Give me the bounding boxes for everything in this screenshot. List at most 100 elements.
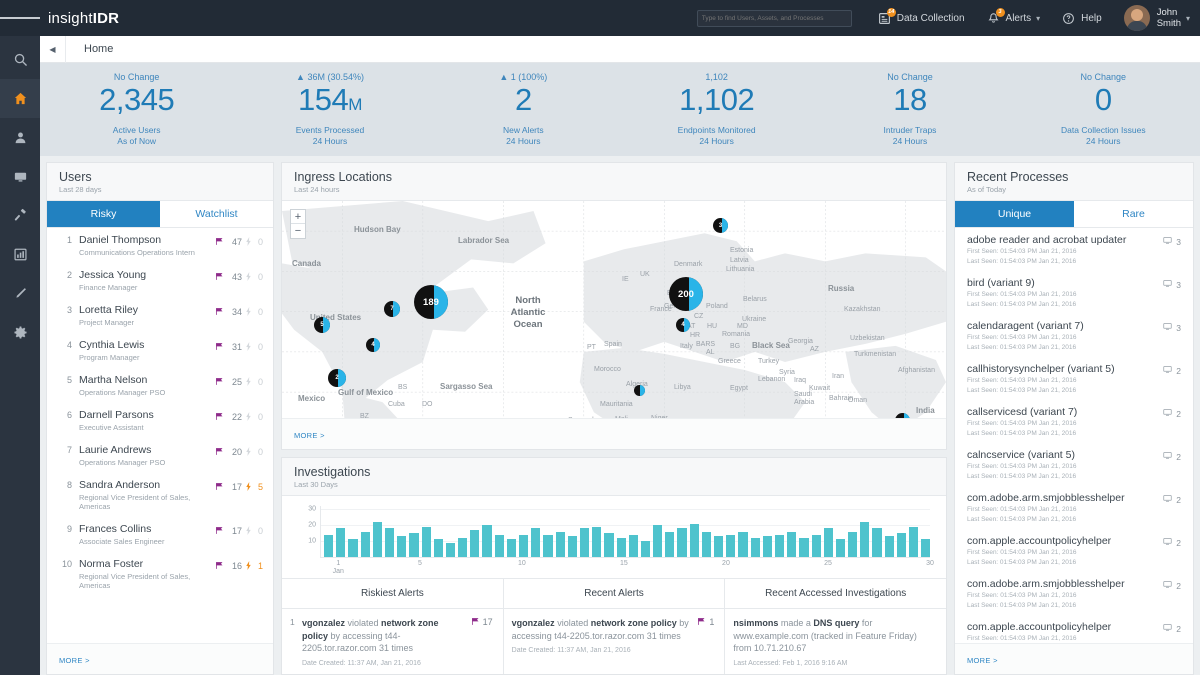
chart-bar[interactable] (568, 536, 577, 557)
map-zoom-controls[interactable]: + − (290, 209, 306, 239)
table-row[interactable]: 5Martha NelsonOperations Manager PSO250 (47, 368, 273, 403)
chart-bar[interactable] (836, 539, 845, 557)
recent-accessed-row[interactable]: nsimmons made a DNS query for www.exampl… (725, 609, 946, 674)
chart-bar[interactable] (751, 538, 760, 557)
sidebar-item-tools[interactable] (0, 274, 40, 313)
alerts-menu[interactable]: 3 Alerts ▾ (987, 12, 1041, 25)
chart-bar[interactable] (629, 535, 638, 557)
table-row[interactable]: 1Daniel ThompsonCommunications Operation… (47, 228, 273, 263)
map-marker[interactable]: 2 (328, 369, 346, 387)
chart-bar[interactable] (738, 532, 747, 558)
list-item[interactable]: calncservice (variant 5)First Seen: 01:5… (955, 443, 1193, 486)
table-row[interactable]: 10Norma FosterRegional Vice President of… (47, 552, 273, 596)
data-collection-button[interactable]: 14 Data Collection (878, 12, 965, 25)
chart-bar[interactable] (872, 528, 881, 557)
chart-bar[interactable] (848, 532, 857, 558)
chart-bar[interactable] (434, 539, 443, 557)
chart-bar[interactable] (702, 532, 711, 558)
chart-bar[interactable] (787, 532, 796, 558)
chart-bar[interactable] (324, 535, 333, 557)
tab-risky[interactable]: Risky (47, 201, 160, 227)
chart-bar[interactable] (543, 535, 552, 557)
map-zoom-out-button[interactable]: − (291, 224, 305, 238)
list-item[interactable]: callhistorysynchelper (variant 5)First S… (955, 357, 1193, 400)
recent-alerts-row[interactable]: vgonzalez violated network zone policy b… (504, 609, 725, 662)
chart-bar[interactable] (385, 528, 394, 557)
list-item[interactable]: adobe reader and acrobat updaterFirst Se… (955, 228, 1193, 271)
chart-bar[interactable] (726, 535, 735, 557)
tab-watchlist[interactable]: Watchlist (160, 201, 273, 227)
map-more-link[interactable]: MORE > (294, 431, 325, 440)
table-row[interactable]: 4Cynthia LewisProgram Manager310 (47, 333, 273, 368)
table-row[interactable]: 2Jessica YoungFinance Manager430 (47, 263, 273, 298)
chart-bar[interactable] (604, 533, 613, 557)
chart-bar[interactable] (556, 532, 565, 558)
list-item[interactable]: com.adobe.arm.smjobblesshelperFirst Seen… (955, 572, 1193, 615)
breadcrumb-label[interactable]: Home (66, 43, 113, 55)
table-row[interactable]: 7Laurie AndrewsOperations Manager PSO200 (47, 438, 273, 473)
list-item[interactable]: callservicesd (variant 7)First Seen: 01:… (955, 400, 1193, 443)
chart-bar[interactable] (422, 527, 431, 557)
chart-bar[interactable] (812, 535, 821, 557)
search-input[interactable] (702, 15, 847, 22)
chart-bar[interactable] (763, 536, 772, 557)
chart-bar[interactable] (799, 538, 808, 557)
list-item[interactable]: bird (variant 9)First Seen: 01:54:03 PM … (955, 271, 1193, 314)
map-marker[interactable]: 200 (669, 277, 703, 311)
menu-toggle-icon[interactable] (0, 0, 40, 36)
sidebar-item-search[interactable] (0, 40, 40, 79)
chart-bar[interactable] (458, 538, 467, 557)
table-row[interactable]: 9Frances CollinsAssociate Sales Engineer… (47, 517, 273, 552)
chart-bar[interactable] (824, 528, 833, 557)
chart-bar[interactable] (860, 522, 869, 557)
sidebar-item-investigations[interactable] (0, 196, 40, 235)
chart-bar[interactable] (885, 536, 894, 557)
chart-bar[interactable] (495, 535, 504, 557)
chart-bar[interactable] (641, 541, 650, 557)
map-marker[interactable]: 4 (366, 338, 380, 352)
map-canvas[interactable]: + − Hudson BayLabrador SeaCanadaUnited S… (282, 201, 946, 418)
chart-bar[interactable] (617, 538, 626, 557)
map-marker[interactable]: 3 (895, 413, 910, 418)
map-marker[interactable]: 3 (713, 218, 728, 233)
table-row[interactable]: 6Darnell ParsonsExecutive Assistant220 (47, 403, 273, 438)
user-menu[interactable]: John Smith ▾ (1124, 5, 1190, 31)
chart-bar[interactable] (482, 525, 491, 557)
chart-bar[interactable] (714, 536, 723, 557)
map-marker[interactable]: 5 (314, 317, 330, 333)
list-item[interactable]: com.apple.accountpolicyhelperFirst Seen:… (955, 615, 1193, 643)
chart-bar[interactable] (653, 525, 662, 557)
chart-bar[interactable] (897, 533, 906, 557)
list-item[interactable]: com.apple.accountpolicyhelperFirst Seen:… (955, 529, 1193, 572)
sidebar-item-reports[interactable] (0, 235, 40, 274)
sidebar-item-assets[interactable] (0, 157, 40, 196)
users-more-link[interactable]: MORE > (59, 656, 90, 665)
sidebar-item-settings[interactable] (0, 313, 40, 352)
chart-bar[interactable] (397, 536, 406, 557)
list-item[interactable]: com.adobe.arm.smjobblesshelperFirst Seen… (955, 486, 1193, 529)
chart-bar[interactable] (592, 527, 601, 557)
list-item[interactable]: calendaragent (variant 7)First Seen: 01:… (955, 314, 1193, 357)
chart-bar[interactable] (519, 535, 528, 557)
chart-bar[interactable] (336, 528, 345, 557)
chart-bar[interactable] (470, 530, 479, 557)
chart-bar[interactable] (507, 539, 516, 557)
chart-bar[interactable] (409, 533, 418, 557)
chart-bar[interactable] (348, 539, 357, 557)
chart-bar[interactable] (909, 527, 918, 557)
table-row[interactable]: 3Loretta RileyProject Manager340 (47, 298, 273, 333)
sidebar-item-users[interactable] (0, 118, 40, 157)
sidebar-item-home[interactable] (0, 79, 40, 118)
map-marker[interactable]: 189 (414, 285, 448, 319)
chart-bar[interactable] (361, 532, 370, 558)
chart-bar[interactable] (373, 522, 382, 557)
map-marker[interactable]: 7 (384, 301, 400, 317)
breadcrumb-collapse-icon[interactable]: ◀ (40, 36, 66, 63)
tab-unique[interactable]: Unique (955, 201, 1074, 227)
table-row[interactable]: 8Sandra AndersonRegional Vice President … (47, 473, 273, 517)
riskiest-alerts-row[interactable]: 1 vgonzalez violated network zone policy… (282, 609, 503, 674)
chart-bar[interactable] (446, 543, 455, 557)
chart-bar[interactable] (775, 535, 784, 557)
chart-bar[interactable] (677, 528, 686, 557)
chart-bar[interactable] (665, 532, 674, 558)
